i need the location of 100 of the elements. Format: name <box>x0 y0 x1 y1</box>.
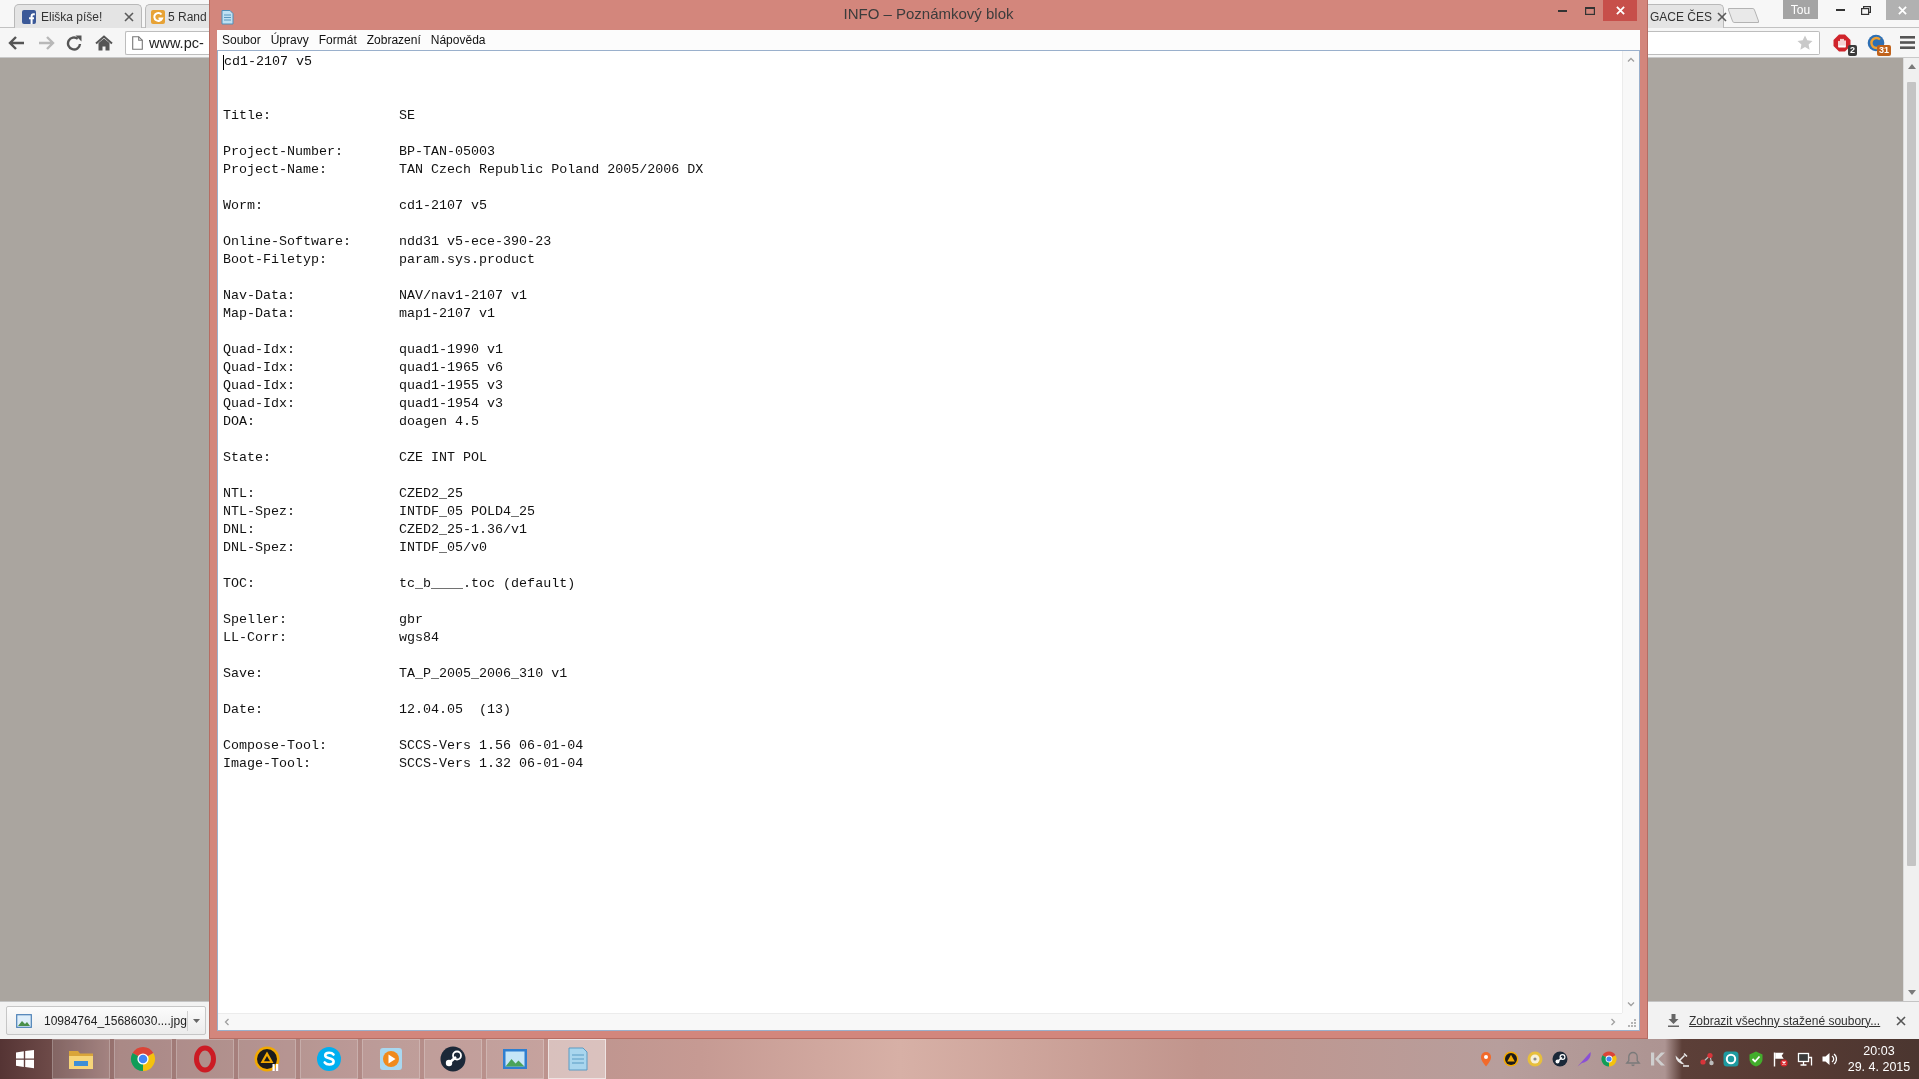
ring-tile-icon[interactable] <box>1723 1051 1739 1067</box>
download-item[interactable]: 10984764_15686030....jpg <box>6 1006 206 1035</box>
disc-icon[interactable] <box>1527 1051 1543 1067</box>
value-text: 12.04.05 (13) <box>399 701 512 719</box>
ring-icon <box>191 1045 219 1073</box>
key-text: Worm: <box>223 197 264 215</box>
home-icon <box>95 34 113 51</box>
key-text: Online-Software: <box>223 233 352 251</box>
horizontal-scrollbar[interactable] <box>218 1013 1622 1030</box>
value-text: NAV/nav1-2107 v1 <box>399 287 528 305</box>
value-text: SE <box>399 107 415 125</box>
menu-item[interactable]: Nápověda <box>425 31 491 49</box>
key-text: Quad-Idx: <box>223 341 296 359</box>
key-text: Save: <box>223 665 264 683</box>
key-text: Project-Name: <box>223 161 328 179</box>
forward-arrow-icon <box>37 34 55 51</box>
scrollbar-thumb[interactable] <box>1907 82 1916 866</box>
key-text: Map-Data: <box>223 305 296 323</box>
key-text: DNL-Spez: <box>223 539 296 557</box>
browser-tab[interactable]: GACE ČES <box>1648 4 1724 28</box>
key-text: TOC: <box>223 575 256 593</box>
value-text: TAN Czech Republic Poland 2005/2006 DX <box>399 161 704 179</box>
key-text: Compose-Tool: <box>223 737 328 755</box>
down-arrow-icon[interactable] <box>1907 990 1916 995</box>
extension-button[interactable]: 2 <box>1830 30 1854 55</box>
value-text: param.sys.product <box>399 251 536 269</box>
network-icon[interactable] <box>1796 1051 1813 1067</box>
key-text: Boot-Filetyp: <box>223 251 328 269</box>
up-arrow-icon[interactable] <box>1907 64 1916 69</box>
wave-circle-icon <box>315 1045 343 1073</box>
menu-item[interactable]: Soubor <box>217 31 266 49</box>
close-icon[interactable] <box>124 11 134 22</box>
minimize-icon <box>1835 9 1845 11</box>
menu-item[interactable]: Formát <box>313 31 362 49</box>
close-button[interactable] <box>1886 0 1919 20</box>
value-text: cd1-2107 v5 <box>399 197 488 215</box>
key-text: Title: <box>223 107 272 125</box>
close-icon <box>1615 6 1625 15</box>
value-text: map1-2107 v1 <box>399 305 496 323</box>
star-icon[interactable] <box>1797 35 1813 50</box>
knob-circle-icon[interactable] <box>1551 1051 1568 1067</box>
value-text: SCCS-Vers 1.56 06-01-04 <box>399 737 584 755</box>
segmented-circle-icon <box>129 1045 157 1073</box>
triangle-circle-icon[interactable] <box>1502 1051 1519 1067</box>
key-text: State: <box>223 449 272 467</box>
count-badge: 31 <box>1877 44 1891 56</box>
volume-icon[interactable] <box>1821 1051 1837 1067</box>
segmented-circle-icon[interactable] <box>1600 1051 1617 1067</box>
grip-icon[interactable] <box>1627 1018 1636 1027</box>
vertical-scrollbar[interactable] <box>1622 51 1639 1013</box>
flag-icon[interactable] <box>1772 1051 1788 1067</box>
clock-date[interactable]: 29. 4. 2015 <box>1847 1059 1911 1075</box>
nodes-icon[interactable] <box>1698 1051 1715 1067</box>
browser-tab[interactable]: 5 Rand <box>145 4 209 28</box>
key-text: Image-Tool: <box>223 755 312 773</box>
value-text: wgs84 <box>399 629 440 647</box>
key-text: Quad-Idx: <box>223 395 296 413</box>
value-text: ndd31 v5-ece-390-23 <box>399 233 552 251</box>
feather-icon[interactable] <box>1576 1051 1592 1067</box>
download-icon <box>1668 1014 1679 1027</box>
key-text: Project-Number: <box>223 143 344 161</box>
browser-tab[interactable]: Eliška píše! <box>14 4 142 28</box>
restore-icon <box>1861 5 1871 15</box>
stop-hand-icon <box>1833 33 1851 52</box>
minimize-icon <box>1558 9 1567 12</box>
close-icon[interactable] <box>1717 11 1727 22</box>
extension-button[interactable]: 31 <box>1864 30 1888 55</box>
caret-icon[interactable] <box>193 1018 200 1023</box>
check-shield-icon[interactable] <box>1747 1051 1764 1067</box>
play-icon <box>377 1045 405 1073</box>
address-field[interactable]: www.pc- <box>125 30 209 55</box>
value-text: INTDF_05/v0 <box>399 539 488 557</box>
key-text: LL-Corr: <box>223 629 288 647</box>
value-text: tc_b____.toc (default) <box>399 575 576 593</box>
pin-icon[interactable] <box>1478 1051 1494 1067</box>
four-panes-icon <box>15 1049 35 1069</box>
knob-circle-icon <box>439 1045 467 1073</box>
key-text: NTL: <box>223 485 256 503</box>
clock-time[interactable]: 20:03 <box>1863 1043 1895 1059</box>
taskbar-button[interactable] <box>238 1039 296 1079</box>
page-icon <box>132 35 143 50</box>
dish-icon[interactable] <box>1674 1051 1690 1067</box>
value-text: CZE INT POL <box>399 449 488 467</box>
close-icon[interactable] <box>1896 1015 1906 1026</box>
scrollbar[interactable] <box>1903 58 1919 1001</box>
value-text: INTDF_05 POLD4_25 <box>399 503 536 521</box>
taskbar-button[interactable] <box>424 1039 482 1079</box>
value-text: CZED2_25 <box>399 485 464 503</box>
value-text: quad1-1954 v3 <box>399 395 504 413</box>
menu-item[interactable]: Úpravy <box>265 31 314 49</box>
back-arrow-icon <box>8 34 26 51</box>
close-button[interactable] <box>1603 0 1637 21</box>
menu-item[interactable]: Zobrazení <box>361 31 426 49</box>
key-text: DNL: <box>223 521 256 539</box>
close-icon <box>1898 5 1907 15</box>
value-text: quad1-1990 v1 <box>399 341 504 359</box>
value-text: quad1-1955 v3 <box>399 377 504 395</box>
key-text: Nav-Data: <box>223 287 296 305</box>
triangle-circle-icon <box>253 1045 281 1073</box>
value-text: TA_P_2005_2006_310 v1 <box>399 665 568 683</box>
